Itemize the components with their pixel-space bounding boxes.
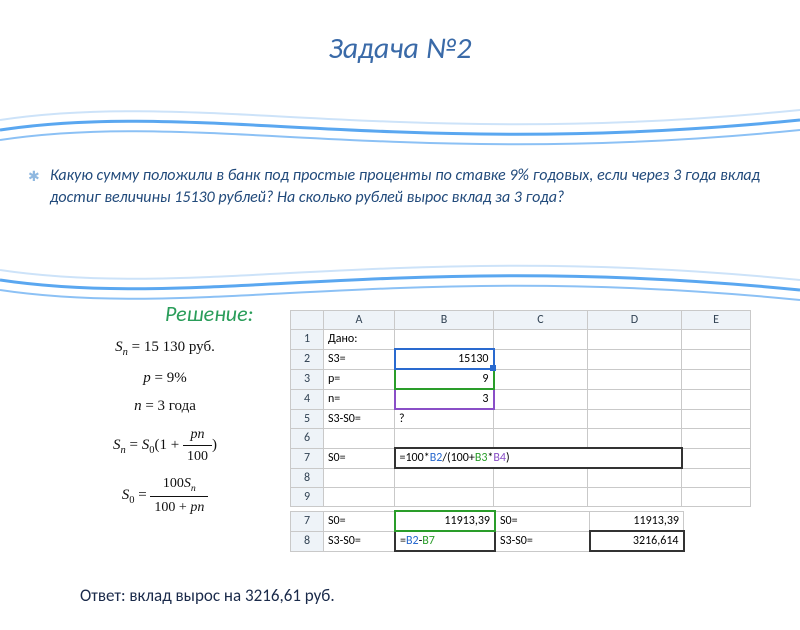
col-B: B xyxy=(395,311,494,330)
cell: S3= xyxy=(324,349,395,369)
cell: ? xyxy=(395,409,494,429)
cell: S3-S0= xyxy=(324,409,395,429)
rownum: 8 xyxy=(291,468,324,488)
cell: S0= xyxy=(495,511,590,531)
cell: n= xyxy=(324,389,395,409)
cell: S0= xyxy=(324,448,395,468)
rownum: 7 xyxy=(291,448,324,468)
rownum: 4 xyxy=(291,389,324,409)
cell-B7-formula: =100*B2/(100+B3*B4) xyxy=(395,448,682,468)
col-D: D xyxy=(588,311,682,330)
decorative-wave-bottom xyxy=(0,250,800,310)
cell-B8-formula: =B2-B7 xyxy=(395,531,495,551)
cell: S0= xyxy=(324,511,396,531)
solution-label: Решение: xyxy=(165,300,253,327)
rownum: 7 xyxy=(291,511,324,531)
cell-B3: 9 xyxy=(395,369,494,389)
grid2: 7 S0= 11913,39 S0= 11913,39 8 S3-S0= =B2… xyxy=(290,510,685,552)
cell-B4: 3 xyxy=(395,389,494,409)
bullet-icon: ✱ xyxy=(28,168,40,185)
problem-text: Какую сумму положили в банк под простые … xyxy=(50,165,760,208)
grid1: A B C D E 1 Дано: 2 S3= 15130 3 p= 9 4 n… xyxy=(290,310,751,507)
cell-B2: 15130 xyxy=(395,349,494,369)
cell-D7: 11913,39 xyxy=(590,511,684,531)
cell-D8: 3216,614 xyxy=(590,531,684,551)
rownum: 3 xyxy=(291,369,324,389)
rownum: 2 xyxy=(291,349,324,369)
cell: S3-S0= xyxy=(495,531,590,551)
decorative-wave-top xyxy=(0,100,800,160)
rownum: 6 xyxy=(291,429,324,449)
col-A: A xyxy=(324,311,395,330)
rownum: 9 xyxy=(291,488,324,507)
answer-text: Ответ: вклад вырос на 3216,61 руб. xyxy=(80,585,335,606)
rownum: 5 xyxy=(291,409,324,429)
math-formulas: Sn = 15 130 руб. p = 9% n = 3 года Sn = … xyxy=(70,330,260,524)
col-C: C xyxy=(494,311,588,330)
rownum: 8 xyxy=(291,531,324,551)
slide-title: Задача №2 xyxy=(0,30,800,67)
rownum: 1 xyxy=(291,330,324,350)
spreadsheet-top: A B C D E 1 Дано: 2 S3= 15130 3 p= 9 4 n… xyxy=(290,310,751,507)
grid-corner xyxy=(291,311,324,330)
cell: S3-S0= xyxy=(324,531,396,551)
cell-B7v: 11913,39 xyxy=(395,511,495,531)
col-E: E xyxy=(682,311,751,330)
spreadsheet-bottom: 7 S0= 11913,39 S0= 11913,39 8 S3-S0= =B2… xyxy=(290,510,685,552)
cell: Дано: xyxy=(324,330,395,350)
cell: p= xyxy=(324,369,395,389)
